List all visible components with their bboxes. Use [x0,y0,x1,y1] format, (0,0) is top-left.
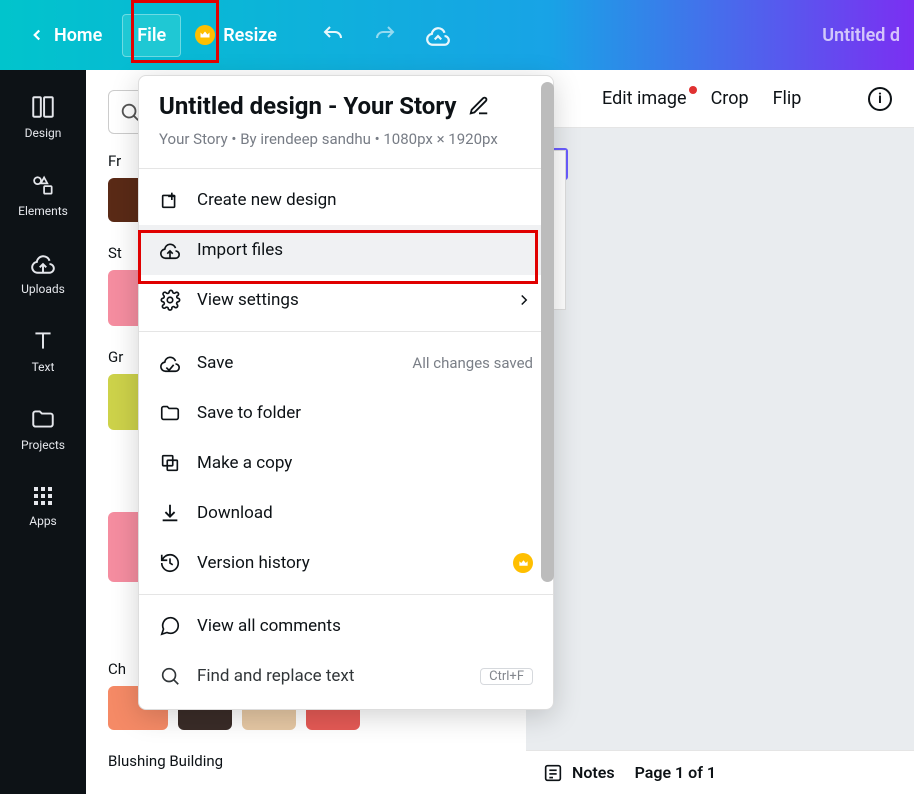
text-icon [30,328,56,354]
status-bar: Notes Page 1 of 1 [526,750,914,794]
crop-button[interactable]: Crop [711,88,749,109]
submenu-indicator [515,291,533,309]
document-title-truncated[interactable]: Untitled d [822,25,900,46]
menu-label: View settings [197,290,299,310]
gear-icon [159,289,181,311]
home-label: Home [54,25,102,46]
page-indicator[interactable]: Page 1 of 1 [635,763,716,782]
flip-label: Flip [773,88,802,109]
crown-icon [513,553,533,573]
menu-label: Import files [197,240,283,260]
menu-make-copy[interactable]: Make a copy [139,438,553,488]
redo-icon[interactable] [373,23,397,47]
file-dropdown: Untitled design - Your Story Your Story … [138,75,554,710]
undo-icon[interactable] [321,23,345,47]
section-label: Blushing Building [108,752,504,770]
sidebar-item-projects[interactable]: Projects [7,396,79,462]
premium-badge [513,553,533,573]
chevron-left-icon [28,26,46,44]
menu-view-comments[interactable]: View all comments [139,601,553,651]
menu-save[interactable]: Save All changes saved [139,338,553,388]
file-menu-button[interactable]: File [122,14,181,57]
home-button[interactable]: Home [14,15,116,56]
menu-label: Version history [197,553,310,573]
dropdown-scrollbar-thumb[interactable] [541,82,554,582]
context-toolbar: Edit image Crop Flip i [526,70,914,128]
flip-button[interactable]: Flip [773,88,802,109]
sidebar-label: Design [25,126,62,140]
menu-label: View all comments [197,616,341,636]
folder-icon [159,402,181,424]
history-icon [159,552,181,574]
folder-icon [30,406,56,432]
menu-download[interactable]: Download [139,488,553,538]
chevron-right-icon [515,291,533,309]
crown-icon [195,25,215,45]
save-status: All changes saved [412,354,533,372]
sidebar-item-design[interactable]: Design [7,84,79,150]
menu-label: Find and replace text [197,666,354,686]
shapes-icon [30,172,56,198]
crop-label: Crop [711,88,749,109]
design-meta: Your Story • By irendeep sandhu • 1080px… [159,130,533,148]
sidebar-label: Text [32,360,55,374]
notes-label: Notes [572,763,615,782]
menu-label: Save to folder [197,403,301,423]
resize-button[interactable]: Resize [181,15,291,56]
top-bar: Home File Resize Untitled d [0,0,914,70]
edit-image-button[interactable]: Edit image [548,88,687,109]
file-label: File [137,25,166,46]
download-icon [159,502,181,524]
import-icon [159,239,181,261]
dropdown-header: Untitled design - Your Story Your Story … [139,92,553,162]
sidebar-label: Apps [29,514,57,528]
menu-find-replace[interactable]: Find and replace text Ctrl+F [139,651,553,701]
edit-image-label: Edit image [602,88,687,109]
canvas-area: Edit image Crop Flip i Notes Page 1 of 1 [526,70,914,794]
grid-icon [31,484,55,508]
cloud-upload-icon [30,250,56,276]
comment-icon [159,615,181,637]
menu-label: Make a copy [197,453,292,473]
notes-button[interactable]: Notes [542,762,615,784]
separator [139,331,553,332]
keyboard-shortcut: Ctrl+F [480,668,533,685]
info-button[interactable]: i [868,87,892,111]
resize-label: Resize [223,25,277,46]
copy-icon [159,452,181,474]
sidebar-label: Projects [21,438,65,452]
search-icon [159,665,181,687]
menu-import-files[interactable]: Import files [139,225,553,275]
notes-icon [542,762,564,784]
topbar-toolgroup [321,22,451,48]
left-sidebar: Design Elements Uploads Text Projects Ap… [0,70,86,794]
layout-icon [30,94,56,120]
menu-save-to-folder[interactable]: Save to folder [139,388,553,438]
separator [139,594,553,595]
cloud-check-icon [159,352,181,374]
sidebar-label: Uploads [21,282,65,296]
sidebar-item-uploads[interactable]: Uploads [7,240,79,306]
pencil-edit-icon[interactable] [468,95,490,117]
menu-view-settings[interactable]: View settings [139,275,553,325]
menu-label: Download [197,503,273,523]
separator [139,168,553,169]
sidebar-label: Elements [18,204,68,218]
cloud-sync-icon[interactable] [425,22,451,48]
kbd-label: Ctrl+F [480,668,533,685]
sidebar-item-text[interactable]: Text [7,318,79,384]
menu-label: Create new design [197,190,337,210]
menu-label: Save [197,353,233,373]
sidebar-item-elements[interactable]: Elements [7,162,79,228]
sidebar-item-apps[interactable]: Apps [7,474,79,538]
design-title[interactable]: Untitled design - Your Story [159,92,456,120]
menu-create-new[interactable]: Create new design [139,175,553,225]
info-glyph: i [878,91,882,107]
notification-dot-icon [689,86,697,94]
menu-version-history[interactable]: Version history [139,538,553,588]
create-new-icon [159,189,181,211]
